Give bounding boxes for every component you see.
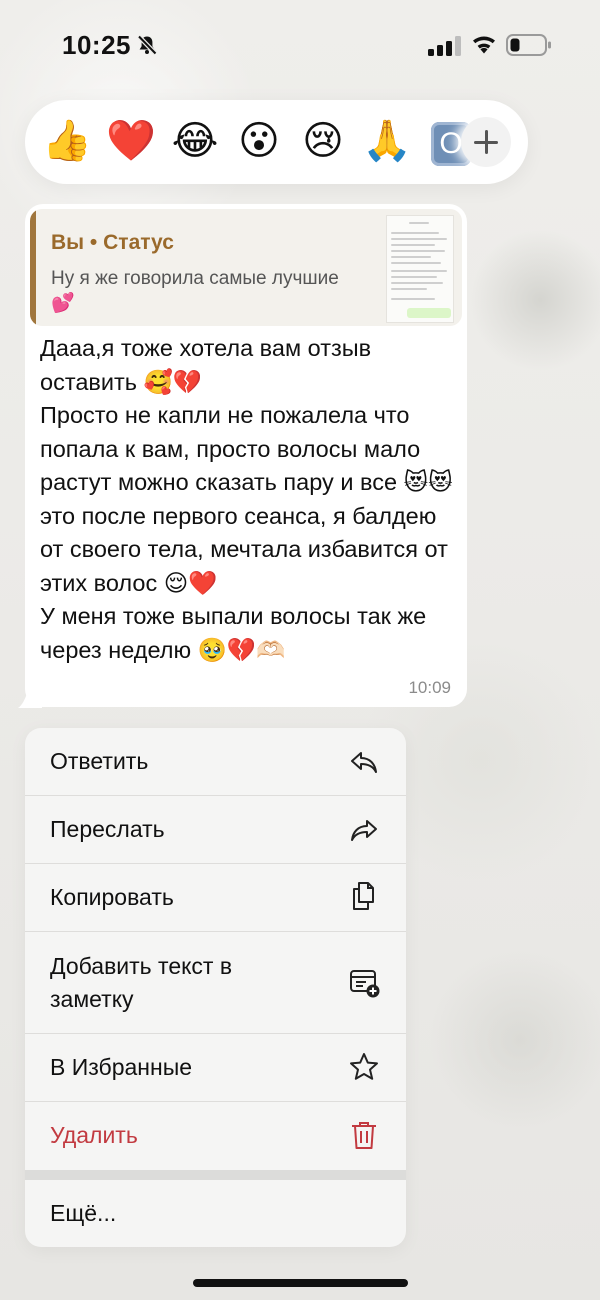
- wifi-icon: [473, 36, 495, 54]
- signal-icon: [428, 36, 461, 56]
- menu-item-reply[interactable]: Ответить: [25, 728, 406, 796]
- menu-item-label: В Избранные: [50, 1054, 193, 1080]
- quote-thumbnail: [386, 215, 454, 323]
- menu-item-label: Копировать: [50, 884, 174, 910]
- menu-separator: [25, 1170, 406, 1180]
- trash-icon: [352, 1122, 376, 1149]
- menu-item-copy[interactable]: Копировать: [25, 864, 406, 932]
- status-bar: 10:25: [0, 0, 600, 90]
- reaction-thumbs-up[interactable]: 👍: [39, 113, 95, 169]
- menu-item-delete[interactable]: Удалить: [25, 1102, 406, 1170]
- quote-accent-bar: [30, 209, 36, 326]
- reaction-heart[interactable]: ❤️: [103, 113, 159, 169]
- reaction-pray[interactable]: 🙏: [359, 113, 415, 169]
- forward-icon: [351, 820, 377, 841]
- message-bubble[interactable]: Вы • Статус Ну я же говорила самые лучши…: [25, 204, 467, 707]
- home-indicator[interactable]: [193, 1279, 408, 1287]
- menu-item-label: Добавить текст в заметку: [50, 953, 233, 1012]
- add-reaction-button[interactable]: [461, 117, 511, 167]
- status-time: 10:25: [62, 30, 131, 60]
- reply-icon: [351, 752, 377, 773]
- bell-off-icon: [137, 34, 158, 56]
- message-time: 10:09: [408, 678, 451, 697]
- quoted-status[interactable]: Вы • Статус Ну я же говорила самые лучши…: [30, 209, 462, 326]
- menu-item-label: Удалить: [50, 1122, 138, 1148]
- quote-author: Вы • Статус: [51, 231, 174, 254]
- menu-item-add-to-note[interactable]: Добавить текст в заметку: [25, 932, 406, 1034]
- battery-icon: [506, 34, 551, 56]
- reaction-surprised[interactable]: 😮: [231, 113, 287, 169]
- context-menu: Ответить Переслать Копировать Добавить т…: [25, 728, 406, 1247]
- quote-text: Ну я же говорила самые лучшие: [51, 268, 339, 289]
- copy-icon: [353, 882, 374, 910]
- reaction-crying[interactable]: 😢: [295, 113, 351, 169]
- menu-item-label: Ответить: [50, 748, 149, 774]
- menu-item-forward[interactable]: Переслать: [25, 796, 406, 864]
- menu-item-label: Ещё...: [50, 1200, 117, 1226]
- reaction-laugh[interactable]: 😂: [167, 113, 223, 169]
- menu-item-label: Переслать: [50, 816, 165, 842]
- quote-emoji: 💕: [51, 292, 75, 314]
- reaction-bar: 👍 ❤️ 😂 😮 😢 🙏 O: [25, 100, 528, 184]
- menu-item-favorites[interactable]: В Избранные: [25, 1034, 406, 1102]
- star-icon: [350, 1053, 378, 1080]
- menu-item-more[interactable]: Ещё...: [25, 1180, 406, 1247]
- quote-text-block: Ну я же говорила самые лучшие 💕: [51, 266, 381, 316]
- add-note-icon: [350, 970, 380, 998]
- message-text: Дааа,я тоже хотела вам отзыв оставить 🥰💔…: [40, 335, 453, 663]
